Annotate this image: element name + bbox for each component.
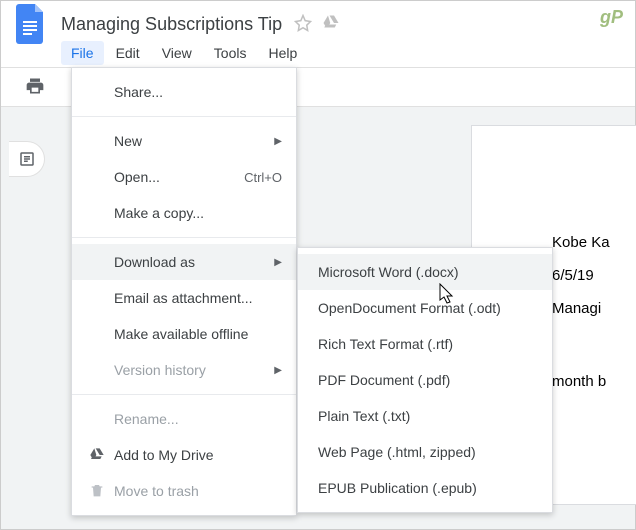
submenu-item-pdf[interactable]: PDF Document (.pdf) bbox=[298, 362, 552, 398]
menu-shortcut: Ctrl+O bbox=[244, 170, 282, 185]
menu-item-share[interactable]: Share... bbox=[72, 74, 296, 110]
menu-item-download-as[interactable]: Download as ▶ bbox=[72, 244, 296, 280]
titlebar: Managing Subscriptions Tip + bbox=[1, 1, 635, 39]
move-to-drive-icon[interactable]: + bbox=[322, 14, 340, 35]
menu-separator bbox=[72, 116, 296, 117]
submenu-arrow-icon: ▶ bbox=[274, 257, 282, 268]
menu-edit[interactable]: Edit bbox=[106, 41, 150, 65]
menu-view[interactable]: View bbox=[152, 41, 202, 65]
outline-toggle-button[interactable] bbox=[9, 141, 45, 177]
menu-separator bbox=[72, 237, 296, 238]
submenu-item-epub[interactable]: EPUB Publication (.epub) bbox=[298, 470, 552, 506]
doc-text-line: Kobe Ka bbox=[552, 226, 636, 259]
menu-item-new[interactable]: New ▶ bbox=[72, 123, 296, 159]
menu-item-make-offline[interactable]: Make available offline bbox=[72, 316, 296, 352]
menu-tools[interactable]: Tools bbox=[204, 41, 257, 65]
submenu-item-html[interactable]: Web Page (.html, zipped) bbox=[298, 434, 552, 470]
menubar: File Edit View Tools Help bbox=[1, 39, 635, 67]
submenu-item-odt[interactable]: OpenDocument Format (.odt) bbox=[298, 290, 552, 326]
document-title[interactable]: Managing Subscriptions Tip bbox=[61, 14, 282, 35]
menu-item-email-attachment[interactable]: Email as attachment... bbox=[72, 280, 296, 316]
menu-item-open[interactable]: Open... Ctrl+O bbox=[72, 159, 296, 195]
menu-item-make-copy[interactable]: Make a copy... bbox=[72, 195, 296, 231]
watermark-logo: gP bbox=[600, 7, 623, 28]
file-menu-dropdown: Share... New ▶ Open... Ctrl+O Make a cop… bbox=[71, 67, 297, 516]
menu-help[interactable]: Help bbox=[258, 41, 307, 65]
submenu-arrow-icon: ▶ bbox=[274, 365, 282, 376]
svg-text:+: + bbox=[333, 17, 337, 24]
submenu-arrow-icon: ▶ bbox=[274, 136, 282, 147]
star-icon[interactable] bbox=[294, 14, 312, 35]
docs-logo-icon[interactable] bbox=[13, 6, 49, 42]
menu-file[interactable]: File bbox=[61, 41, 104, 65]
doc-text-line: 6/5/19 bbox=[552, 259, 636, 292]
menu-item-move-to-trash[interactable]: Move to trash bbox=[72, 473, 296, 509]
doc-text-line: month b bbox=[552, 365, 636, 398]
trash-icon bbox=[86, 483, 108, 499]
download-as-submenu: Microsoft Word (.docx) OpenDocument Form… bbox=[297, 247, 553, 513]
menu-item-version-history[interactable]: Version history ▶ bbox=[72, 352, 296, 388]
submenu-item-txt[interactable]: Plain Text (.txt) bbox=[298, 398, 552, 434]
menu-separator bbox=[72, 394, 296, 395]
submenu-item-docx[interactable]: Microsoft Word (.docx) bbox=[298, 254, 552, 290]
print-icon[interactable] bbox=[25, 76, 45, 99]
submenu-item-rtf[interactable]: Rich Text Format (.rtf) bbox=[298, 326, 552, 362]
drive-icon bbox=[86, 447, 108, 463]
menu-item-rename[interactable]: Rename... bbox=[72, 401, 296, 437]
doc-text-line: Managi bbox=[552, 292, 636, 325]
menu-item-add-to-drive[interactable]: Add to My Drive bbox=[72, 437, 296, 473]
